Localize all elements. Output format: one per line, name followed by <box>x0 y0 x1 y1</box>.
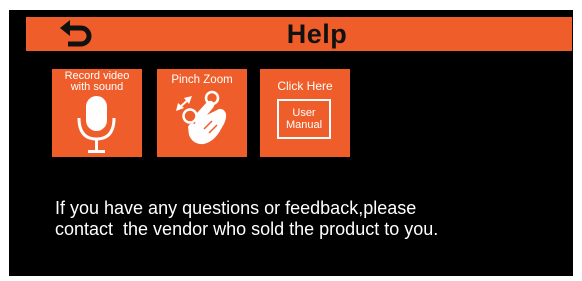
pinch-zoom-tile[interactable]: Pinch Zoom <box>157 69 247 157</box>
user-manual-button[interactable]: User Manual <box>277 99 331 139</box>
user-manual-tile[interactable]: Click Here User Manual <box>260 69 350 157</box>
user-manual-line2: Manual <box>285 119 323 131</box>
header-bar: Help <box>26 17 572 51</box>
pinch-zoom-hand-icon <box>176 90 227 145</box>
page-title: Help <box>286 19 348 49</box>
help-message-line2: contact the vendor who sold the product … <box>55 219 439 239</box>
record-video-tile[interactable]: Record video with sound <box>52 69 142 157</box>
user-manual-line1: User <box>292 107 316 119</box>
microphone-icon <box>77 96 116 153</box>
click-here-label: Click Here <box>277 79 333 93</box>
help-message-line1: If you have any questions or feedback,pl… <box>55 198 417 218</box>
help-message: If you have any questions or feedback,pl… <box>55 198 565 240</box>
